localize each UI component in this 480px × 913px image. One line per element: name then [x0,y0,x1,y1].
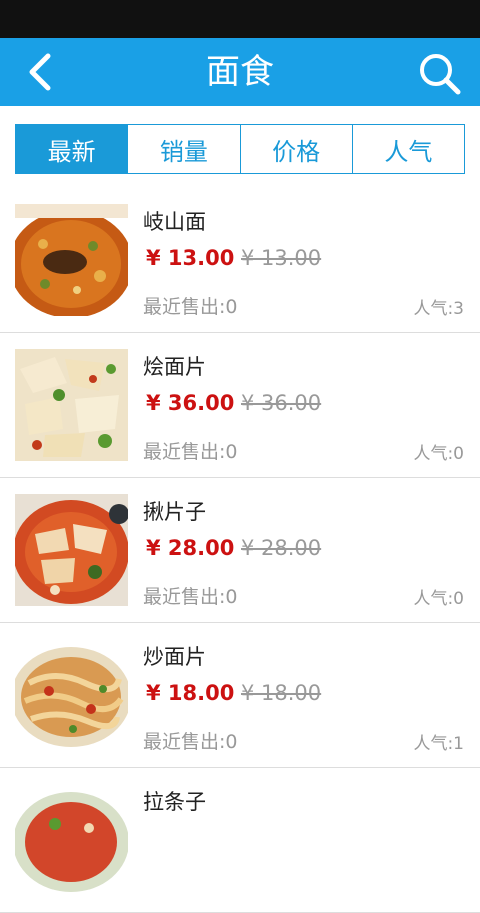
product-image [15,349,128,461]
product-price: ¥ 36.00 [146,391,235,415]
chevron-left-icon [29,53,51,91]
tab-newest[interactable]: 最新 [16,125,128,173]
tab-popularity[interactable]: 人气 [351,125,464,173]
product-price: ¥ 13.00 [146,246,235,270]
list-item[interactable]: 拉条子 [0,768,480,913]
search-button[interactable] [414,48,464,98]
page-title: 面食 [206,52,274,92]
popularity: 人气:3 [413,299,464,319]
recent-sales: 最近售出:0 [143,441,238,463]
title-bar: 面食 [0,38,480,106]
product-image [15,639,128,751]
back-button[interactable] [18,48,66,96]
product-name: 炒面片 [143,645,206,669]
sort-tabs: 最新 销量 价格 人气 [15,124,465,174]
product-original-price: ¥ 18.00 [241,681,322,705]
popularity: 人气:1 [413,734,464,754]
product-name: 揪片子 [143,500,206,524]
product-image [15,204,128,316]
product-list: 岐山面 ¥ 13.00 ¥ 13.00 最近售出:0 人气:3 烩面片 ¥ 36… [0,188,480,913]
recent-sales: 最近售出:0 [143,296,238,318]
popularity: 人气:0 [413,589,464,609]
product-image [15,784,128,896]
list-item[interactable]: 揪片子 ¥ 28.00 ¥ 28.00 最近售出:0 人气:0 [0,478,480,623]
tab-sales[interactable]: 销量 [127,125,240,173]
status-bar [0,0,480,38]
list-item[interactable]: 炒面片 ¥ 18.00 ¥ 18.00 最近售出:0 人气:1 [0,623,480,768]
recent-sales: 最近售出:0 [143,586,238,608]
product-original-price: ¥ 36.00 [241,391,322,415]
popularity: 人气:0 [413,444,464,464]
search-icon [420,54,461,95]
product-original-price: ¥ 28.00 [241,536,322,560]
product-price: ¥ 28.00 [146,536,235,560]
product-name: 岐山面 [143,210,206,234]
list-item[interactable]: 岐山面 ¥ 13.00 ¥ 13.00 最近售出:0 人气:3 [0,188,480,333]
tab-price[interactable]: 价格 [239,125,352,173]
product-price: ¥ 18.00 [146,681,235,705]
product-name: 烩面片 [143,355,206,379]
recent-sales: 最近售出:0 [143,731,238,753]
product-image [15,494,128,606]
list-item[interactable]: 烩面片 ¥ 36.00 ¥ 36.00 最近售出:0 人气:0 [0,333,480,478]
product-original-price: ¥ 13.00 [241,246,322,270]
product-name: 拉条子 [143,790,206,814]
